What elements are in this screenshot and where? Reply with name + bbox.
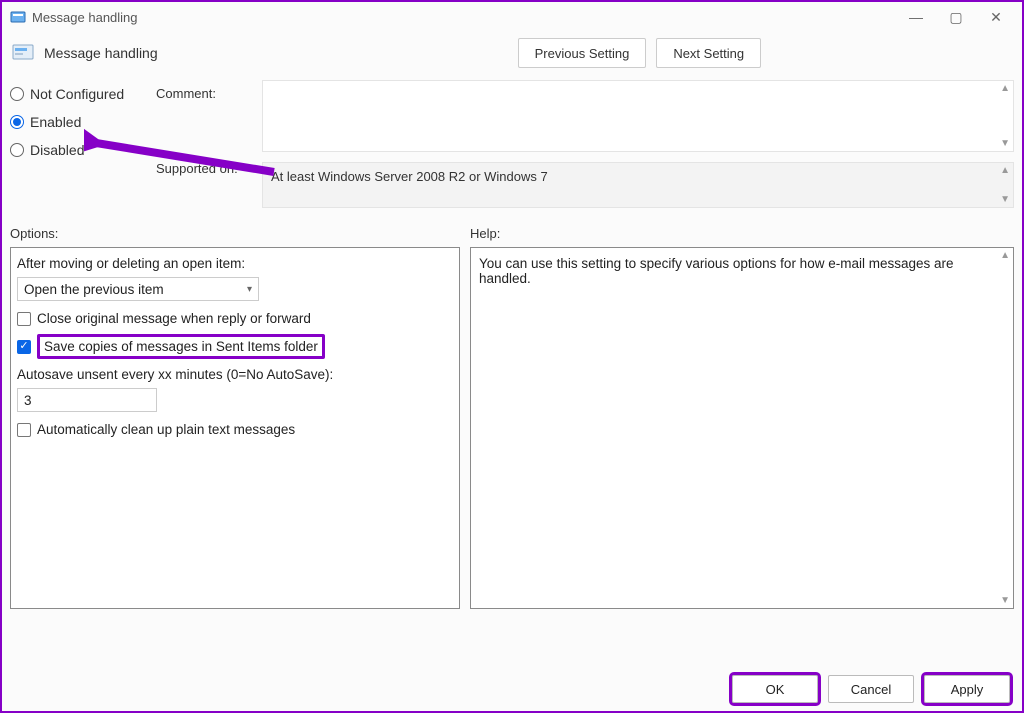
radio-label: Enabled	[30, 114, 81, 130]
options-section-label: Options:	[10, 226, 470, 241]
comment-textbox[interactable]: ▲ ▼	[262, 80, 1014, 152]
radio-enabled[interactable]: Enabled	[10, 114, 140, 130]
maximize-button[interactable]: ▢	[936, 5, 976, 30]
checkbox-label: Close original message when reply or for…	[37, 311, 311, 326]
scroll-down-icon: ▼	[1000, 595, 1010, 606]
scroll-up-icon: ▲	[1000, 250, 1010, 261]
close-original-checkbox[interactable]: Close original message when reply or for…	[17, 311, 453, 326]
radio-disabled[interactable]: Disabled	[10, 142, 140, 158]
window-controls: — ▢ ✕	[896, 5, 1016, 30]
checkbox-label: Automatically clean up plain text messag…	[37, 422, 295, 437]
autosave-input[interactable]: 3	[17, 388, 157, 412]
autosave-value: 3	[24, 393, 32, 408]
save-copies-highlight: Save copies of messages in Sent Items fo…	[37, 334, 325, 359]
scroll-up-icon: ▲	[1000, 165, 1010, 176]
supported-on-box: At least Windows Server 2008 R2 or Windo…	[262, 162, 1014, 208]
apply-button[interactable]: Apply	[924, 675, 1010, 703]
after-move-select[interactable]: Open the previous item ▾	[17, 277, 259, 301]
policy-icon	[10, 9, 26, 25]
dialog-footer: OK Cancel Apply	[732, 675, 1010, 703]
window-title: Message handling	[32, 10, 138, 25]
checkbox-label: Save copies of messages in Sent Items fo…	[44, 339, 318, 354]
radio-label: Not Configured	[30, 86, 124, 102]
message-handling-window: Message handling — ▢ ✕ Message handling …	[0, 0, 1024, 713]
after-move-label: After moving or deleting an open item:	[17, 256, 453, 271]
help-panel: You can use this setting to specify vari…	[470, 247, 1014, 609]
options-panel: After moving or deleting an open item: O…	[10, 247, 460, 609]
help-text: You can use this setting to specify vari…	[479, 256, 954, 286]
supported-on-value: At least Windows Server 2008 R2 or Windo…	[271, 169, 548, 184]
save-copies-checkbox[interactable]: Save copies of messages in Sent Items fo…	[17, 334, 453, 359]
close-button[interactable]: ✕	[976, 5, 1016, 30]
help-section-label: Help:	[470, 226, 500, 241]
checkbox-icon	[17, 340, 31, 354]
previous-setting-button[interactable]: Previous Setting	[518, 38, 647, 68]
ok-button[interactable]: OK	[732, 675, 818, 703]
policy-header-icon	[12, 42, 34, 64]
scroll-down-icon: ▼	[1000, 194, 1010, 205]
comment-label: Comment:	[156, 86, 246, 101]
radio-icon	[10, 87, 24, 101]
next-setting-button[interactable]: Next Setting	[656, 38, 761, 68]
radio-icon	[10, 143, 24, 157]
chevron-down-icon: ▾	[247, 284, 252, 295]
auto-clean-checkbox[interactable]: Automatically clean up plain text messag…	[17, 422, 453, 437]
checkbox-icon	[17, 312, 31, 326]
autosave-label: Autosave unsent every xx minutes (0=No A…	[17, 367, 453, 382]
radio-not-configured[interactable]: Not Configured	[10, 86, 140, 102]
checkbox-icon	[17, 423, 31, 437]
after-move-value: Open the previous item	[24, 282, 164, 297]
cancel-button[interactable]: Cancel	[828, 675, 914, 703]
supported-on-label: Supported on:	[156, 161, 246, 176]
radio-icon	[10, 115, 24, 129]
scroll-down-icon: ▼	[1000, 138, 1010, 149]
scroll-up-icon: ▲	[1000, 83, 1010, 94]
page-title: Message handling	[44, 45, 158, 61]
radio-label: Disabled	[30, 142, 84, 158]
minimize-button[interactable]: —	[896, 5, 936, 30]
titlebar: Message handling — ▢ ✕	[2, 2, 1022, 32]
